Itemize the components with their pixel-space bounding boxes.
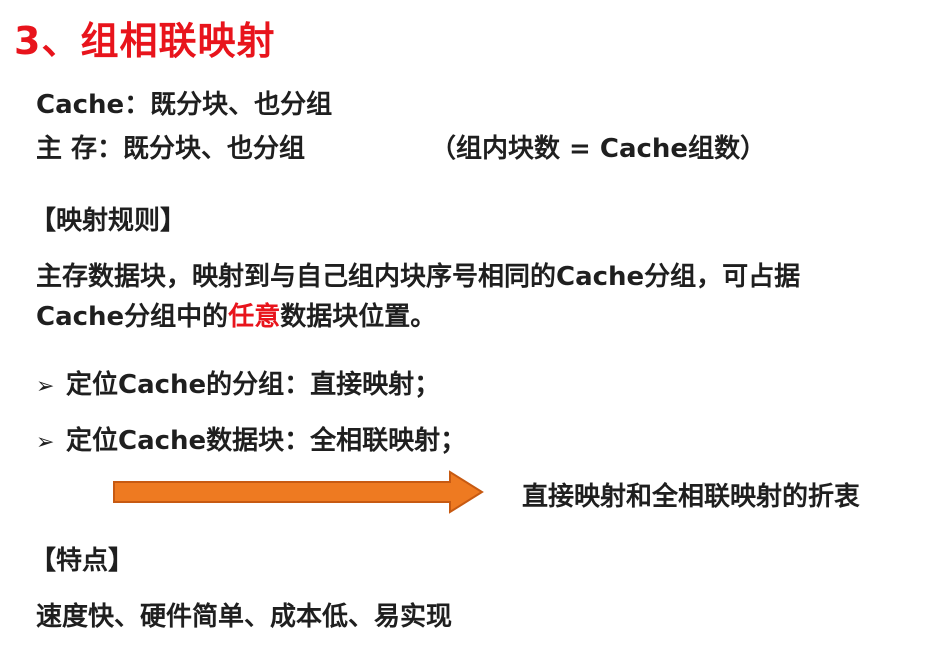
bullet-text: 定位Cache数据块：全相联映射；: [66, 426, 467, 456]
rules-text-line1: 主存数据块，映射到与自己组内块序号相同的Cache分组，可占据: [36, 262, 801, 292]
features-text: 速度快、硬件简单、成本低、易实现: [36, 602, 453, 632]
rules-heading: 【映射规则】: [30, 206, 187, 236]
rules-text-suffix: 数据块位置。: [280, 302, 437, 332]
rules-text-prefix: Cache分组中的: [36, 302, 229, 332]
cache-line: Cache：既分块、也分组: [36, 90, 333, 120]
bullet-text: 定位Cache的分组：直接映射；: [66, 370, 441, 400]
bullet-item: ➢ 定位Cache数据块：全相联映射；: [36, 420, 466, 457]
right-arrow-icon: [113, 470, 484, 514]
memory-line: 主 存：既分块、也分组: [36, 134, 306, 164]
page-title: 3、组相联映射: [14, 19, 276, 63]
arrow-bullet-icon: ➢: [36, 430, 55, 455]
rules-text-line2: Cache分组中的任意数据块位置。: [36, 296, 436, 333]
memory-note: （组内块数 = Cache组数）: [430, 134, 767, 164]
features-heading: 【特点】: [30, 546, 135, 576]
arrow-bullet-icon: ➢: [36, 374, 55, 399]
rules-text-highlight: 任意: [228, 302, 281, 332]
arrow-label: 直接映射和全相联映射的折衷: [522, 482, 861, 512]
bullet-item: ➢ 定位Cache的分组：直接映射；: [36, 364, 440, 401]
